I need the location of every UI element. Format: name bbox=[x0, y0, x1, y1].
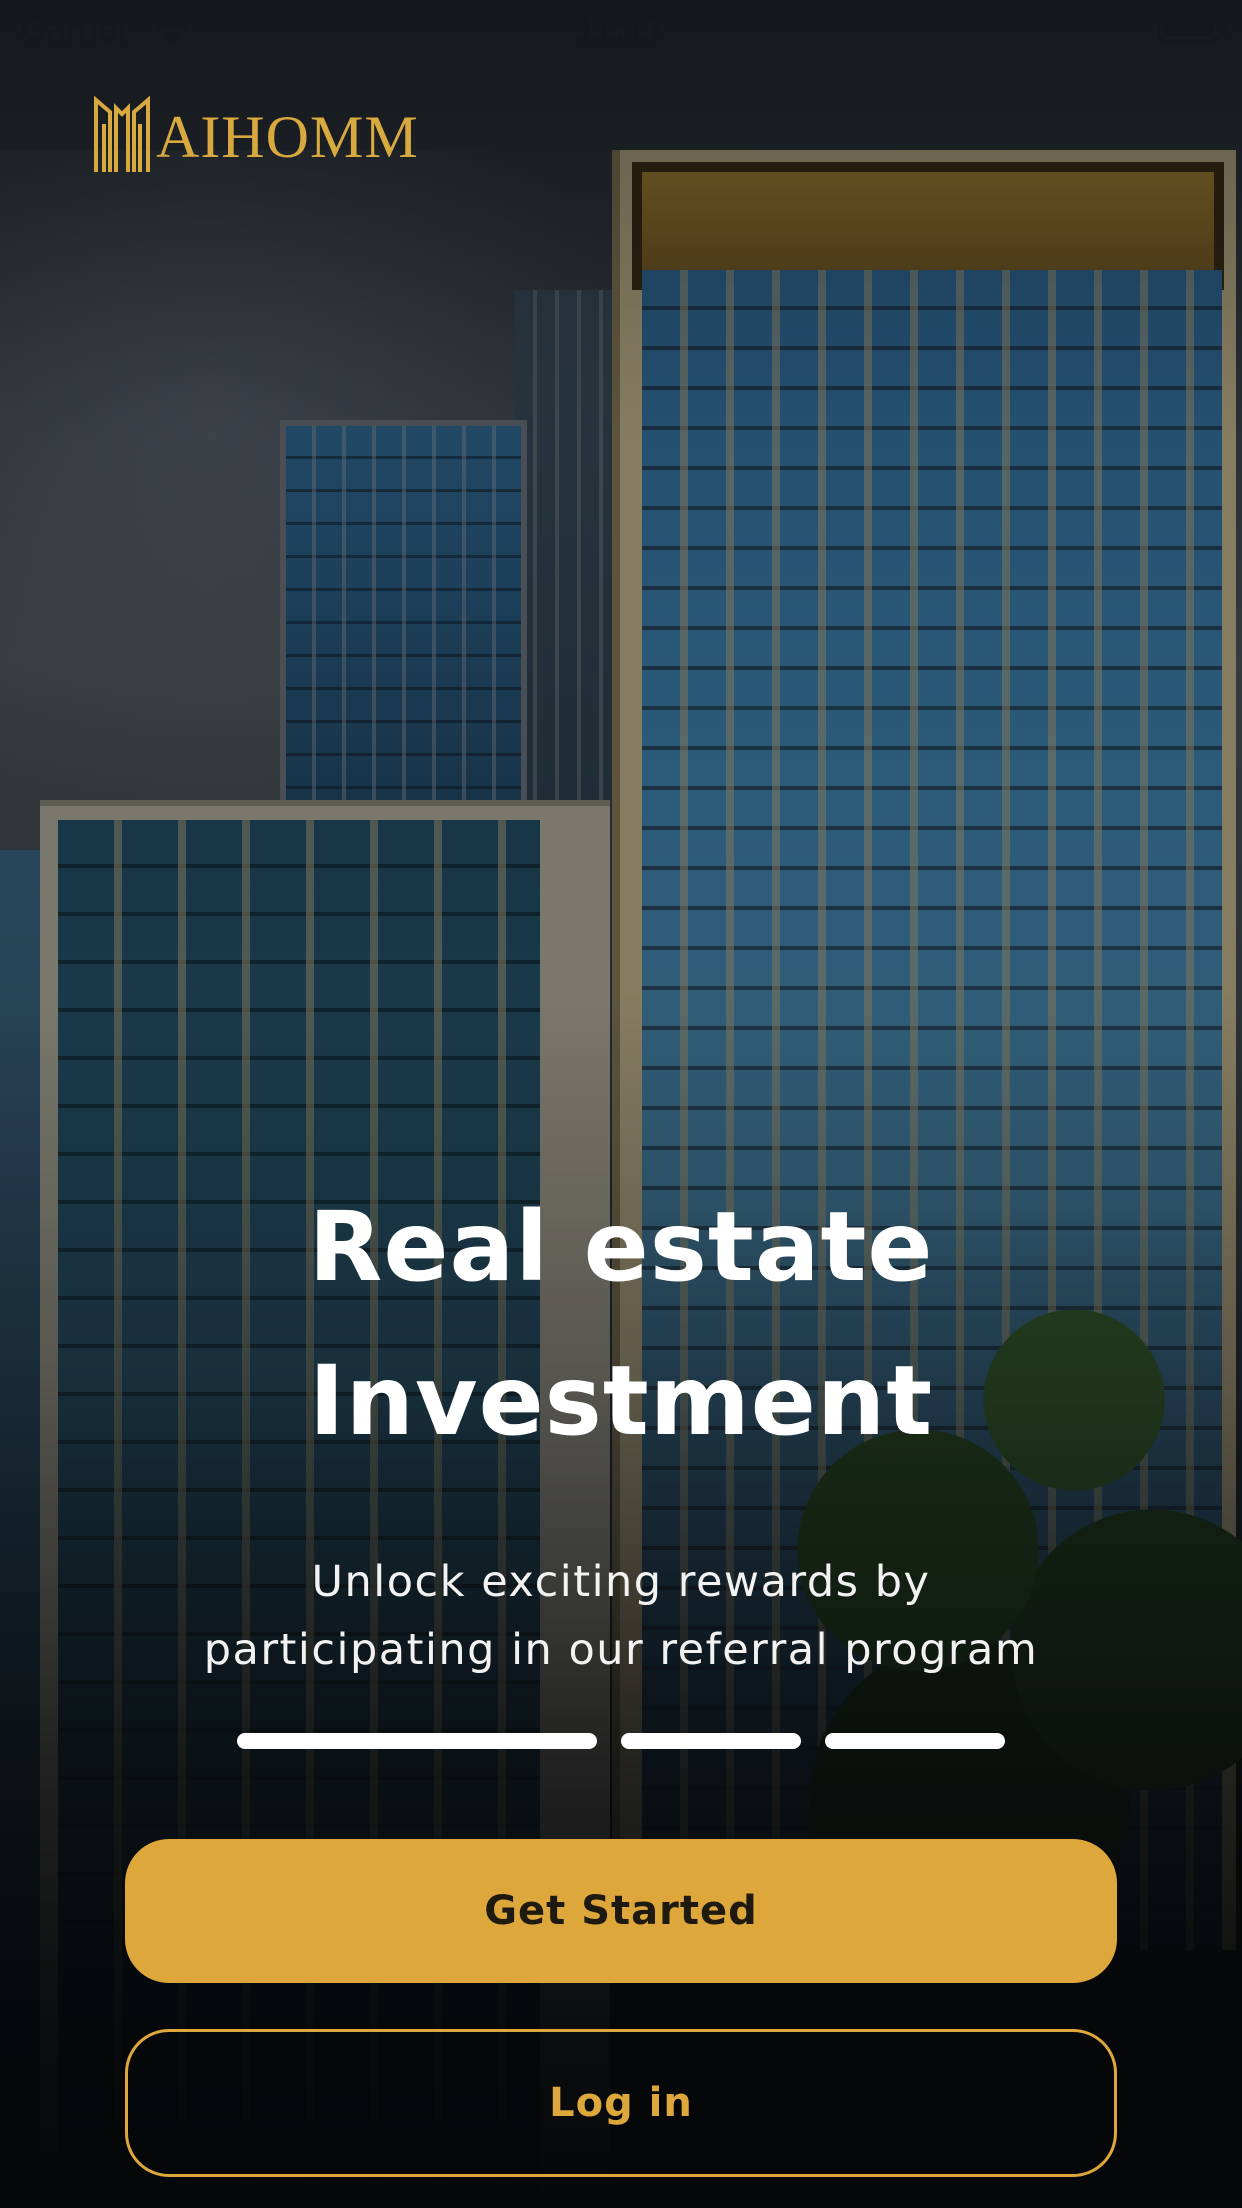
brand-logo: AIHOMM bbox=[92, 90, 419, 174]
onboarding-screen: Carrier 11:17 AIHOMM Real estate Investm… bbox=[0, 0, 1242, 2208]
hero-subtitle-line-2: participating in our referral program bbox=[203, 1625, 1039, 1675]
hero-title-line-1: Real estate bbox=[308, 1191, 934, 1303]
building-logo-icon bbox=[94, 95, 150, 172]
page-indicator bbox=[0, 1733, 1242, 1749]
status-bar: Carrier 11:17 bbox=[0, 0, 1242, 60]
page-indicator-dot[interactable] bbox=[825, 1733, 1005, 1749]
get-started-button[interactable]: Get Started bbox=[125, 1839, 1117, 1983]
hero-subtitle: Unlock exciting rewards by participating… bbox=[171, 1548, 1071, 1684]
page-indicator-dot[interactable] bbox=[621, 1733, 801, 1749]
hero-section: Real estate Investment Unlock exciting r… bbox=[0, 1170, 1242, 1684]
login-button[interactable]: Log in bbox=[125, 2029, 1117, 2177]
hero-title-line-2: Investment bbox=[308, 1345, 934, 1457]
hero-title: Real estate Investment bbox=[0, 1170, 1242, 1478]
page-indicator-active[interactable] bbox=[237, 1733, 597, 1749]
battery-icon bbox=[1158, 14, 1226, 42]
status-time: 11:17 bbox=[575, 8, 667, 49]
hero-subtitle-line-1: Unlock exciting rewards by bbox=[311, 1557, 931, 1607]
brand-name: AIHOMM bbox=[156, 103, 419, 170]
